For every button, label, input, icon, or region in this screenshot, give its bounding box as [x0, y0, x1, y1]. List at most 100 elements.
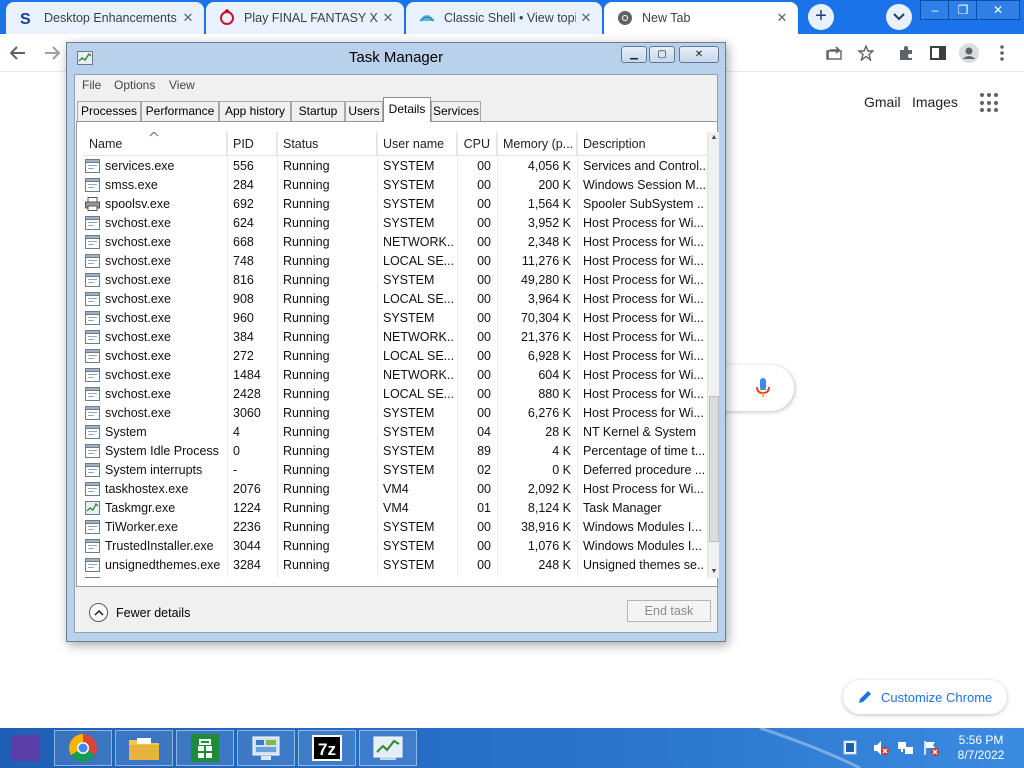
- side-panel-button[interactable]: [926, 42, 950, 64]
- cell-user: SYSTEM: [383, 178, 435, 192]
- table-row[interactable]: svchost.exe 3060 Running SYSTEM 00 6,276 K Hos…: [83, 404, 707, 423]
- column-pid[interactable]: PID: [227, 132, 277, 156]
- cell-status: Running: [283, 235, 330, 249]
- cell-desc: Host Process for Wi...: [583, 330, 704, 344]
- cell-name: svchost.exe: [105, 311, 172, 325]
- table-row[interactable]: System Idle Process 0 Running SYSTEM 89 4 K Pe…: [83, 442, 707, 461]
- table-row[interactable]: TrustedInstaller.exe 3044 Running SYSTEM 00 1…: [83, 537, 707, 556]
- customize-chrome-button[interactable]: Customize Chrome: [843, 680, 1007, 714]
- table-row[interactable]: svchost.exe 272 Running LOCAL SE... 00 6,928 …: [83, 347, 707, 366]
- table-row[interactable]: services.exe 556 Running SYSTEM 00 4,056 K Ser…: [83, 157, 707, 176]
- chrome-taskbar-icon[interactable]: [54, 730, 112, 766]
- table-row[interactable]: svchost.exe 908 Running LOCAL SE... 00 3,964 …: [83, 290, 707, 309]
- fewer-details-button[interactable]: Fewer details: [89, 603, 190, 622]
- network-icon[interactable]: [897, 739, 915, 757]
- share-button[interactable]: [822, 42, 846, 64]
- chevron-down-icon: [893, 13, 905, 21]
- tab-performance[interactable]: Performance: [141, 101, 219, 121]
- table-row[interactable]: svchost.exe 748 Running LOCAL SE... 00 11,276…: [83, 252, 707, 271]
- show-desktop-tray-icon[interactable]: [843, 739, 861, 757]
- column-description[interactable]: Description: [577, 132, 707, 156]
- close-icon[interactable]: ✕: [772, 10, 792, 26]
- tab-details[interactable]: Details: [383, 97, 431, 122]
- table-row[interactable]: svchost.exe 816 Running SYSTEM 00 49,280 K Hos…: [83, 271, 707, 290]
- cell-pid: 384: [233, 330, 254, 344]
- table-row[interactable]: svchost.exe 668 Running NETWORK... 00 2,348 K…: [83, 233, 707, 252]
- menu-file[interactable]: File: [82, 78, 101, 92]
- control-panel-taskbar-icon[interactable]: [237, 730, 295, 766]
- task-manager-taskbar-icon[interactable]: [359, 730, 417, 766]
- extensions-button[interactable]: [894, 42, 918, 64]
- table-row[interactable]: unsignedthemes.exe 3284 Running SYSTEM 00 248…: [83, 556, 707, 575]
- images-link[interactable]: Images: [912, 94, 958, 110]
- browser-tab-new-tab[interactable]: New Tab ✕: [604, 2, 798, 34]
- minimize-window-button[interactable]: –: [920, 0, 950, 20]
- table-row[interactable]: WinaeroGlass.exe 4040 Running VM400 2,636 K W…: [83, 575, 707, 578]
- forward-button[interactable]: [40, 42, 64, 64]
- bookmark-button[interactable]: [854, 42, 878, 64]
- browser-tab-ffxiv[interactable]: Play FINAL FANTASY XIV O ✕: [206, 2, 404, 34]
- back-button[interactable]: [6, 42, 30, 64]
- table-row[interactable]: System 4 Running SYSTEM 04 28 K NT Kernel & Sy…: [83, 423, 707, 442]
- tab-users[interactable]: Users: [345, 101, 383, 121]
- close-icon[interactable]: ✕: [378, 10, 398, 26]
- menu-options[interactable]: Options: [114, 78, 155, 92]
- column-status[interactable]: Status: [277, 132, 377, 156]
- 7zip-taskbar-icon[interactable]: 7z: [298, 730, 356, 766]
- microphone-icon[interactable]: [753, 376, 773, 400]
- system-clock[interactable]: 5:56 PM 8/7/2022: [950, 733, 1012, 763]
- table-row[interactable]: System interrupts - Running SYSTEM 02 0 K Defe…: [83, 461, 707, 480]
- column-user-name[interactable]: User name: [377, 132, 457, 156]
- tab-app-history[interactable]: App history: [219, 101, 291, 121]
- end-task-button[interactable]: End task: [627, 600, 711, 622]
- new-tab-button[interactable]: +: [808, 4, 834, 30]
- tab-services[interactable]: Services: [431, 101, 481, 121]
- maximize-button[interactable]: ▢: [649, 46, 675, 63]
- cell-name: svchost.exe: [105, 273, 172, 287]
- table-row[interactable]: Taskmgr.exe 1224 Running VM4 01 8,124 K Task M…: [83, 499, 707, 518]
- menu-view[interactable]: View: [169, 78, 195, 92]
- table-row[interactable]: svchost.exe 960 Running SYSTEM 00 70,304 K Hos…: [83, 309, 707, 328]
- forward-arrow-icon: [45, 46, 60, 60]
- minimize-button[interactable]: ▁: [621, 46, 647, 63]
- table-row[interactable]: svchost.exe 2428 Running LOCAL SE... 00 880 K…: [83, 385, 707, 404]
- cell-desc: Host Process for Wi...: [583, 254, 704, 268]
- table-row[interactable]: spoolsv.exe 692 Running SYSTEM 00 1,564 K Spoo…: [83, 195, 707, 214]
- table-row[interactable]: svchost.exe 1484 Running NETWORK... 00 604 K H…: [83, 366, 707, 385]
- action-center-flag-icon[interactable]: [922, 739, 940, 757]
- start-button[interactable]: [0, 730, 52, 766]
- table-row[interactable]: svchost.exe 624 Running SYSTEM 00 3,952 K Host…: [83, 214, 707, 233]
- scroll-up-icon[interactable]: ▲: [708, 132, 720, 144]
- browser-tab-classic-shell[interactable]: Classic Shell • View topic - ✕: [406, 2, 602, 34]
- table-row[interactable]: taskhostex.exe 2076 Running VM4 00 2,092 K Hos…: [83, 480, 707, 499]
- table-row[interactable]: TiWorker.exe 2236 Running SYSTEM 00 38,916 K W…: [83, 518, 707, 537]
- tab-search-button[interactable]: [886, 4, 912, 30]
- restore-window-button[interactable]: ❐: [948, 0, 978, 20]
- cell-name: taskhostex.exe: [105, 482, 189, 496]
- file-explorer-taskbar-icon[interactable]: [115, 730, 173, 766]
- close-icon[interactable]: ✕: [576, 10, 596, 26]
- tab-startup[interactable]: Startup: [291, 101, 345, 121]
- vertical-scrollbar[interactable]: ▲ ▼: [707, 132, 719, 578]
- gmail-link[interactable]: Gmail: [864, 94, 901, 110]
- table-row[interactable]: smss.exe 284 Running SYSTEM 00 200 K Windows S…: [83, 176, 707, 195]
- scrollbar-thumb[interactable]: [709, 396, 719, 542]
- cell-user: VM4: [383, 501, 409, 515]
- column-cpu[interactable]: CPU: [457, 132, 497, 156]
- cell-cpu: 00: [477, 406, 491, 420]
- tab-processes[interactable]: Processes: [77, 101, 141, 121]
- volume-muted-icon[interactable]: [872, 739, 890, 757]
- cell-mem: 1,564 K: [527, 197, 571, 211]
- google-apps-icon[interactable]: [980, 93, 1000, 113]
- store-taskbar-icon[interactable]: [176, 730, 234, 766]
- back-arrow-icon: [10, 46, 25, 60]
- close-icon[interactable]: ✕: [178, 10, 198, 26]
- scroll-down-icon[interactable]: ▼: [708, 566, 720, 578]
- browser-tab-desktop-enhancements[interactable]: S Desktop Enhancements - Cla ✕: [6, 2, 204, 34]
- column-memory[interactable]: Memory (p...: [497, 132, 577, 156]
- table-row[interactable]: svchost.exe 384 Running NETWORK... 00 21,376 …: [83, 328, 707, 347]
- close-window-button[interactable]: ✕: [976, 0, 1020, 20]
- profile-button[interactable]: [957, 42, 981, 64]
- chrome-menu-button[interactable]: [990, 42, 1014, 64]
- close-button[interactable]: ✕: [679, 46, 719, 63]
